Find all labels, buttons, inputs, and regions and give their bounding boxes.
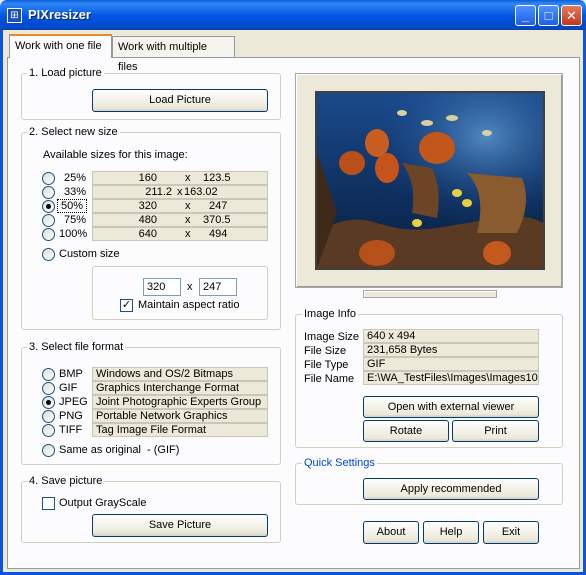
size-percent: 25%: [64, 172, 87, 184]
size-percent: 75%: [64, 214, 87, 226]
maintain-aspect-label: Maintain aspect ratio: [138, 299, 240, 311]
info-label: Image Size: [304, 331, 360, 343]
format-radio-tiff[interactable]: [42, 424, 55, 437]
size-x: x: [177, 186, 183, 198]
size-x: x: [185, 228, 191, 240]
format-name: JPEG: [59, 396, 88, 408]
format-desc: Portable Network Graphics: [92, 409, 268, 423]
available-sizes-caption: Available sizes for this image:: [43, 149, 188, 161]
format-radio-bmp[interactable]: [42, 368, 55, 381]
size-height: 370.5: [203, 214, 231, 226]
custom-size-label: Custom size: [59, 248, 120, 260]
open-external-viewer-button[interactable]: Open with external viewer: [363, 396, 539, 418]
size-row: 211.2 x 163.02: [92, 185, 268, 199]
save-picture-title: 4. Save picture: [27, 475, 105, 487]
format-desc: Joint Photographic Experts Group: [92, 395, 268, 409]
image-info-title: Image Info: [302, 308, 358, 320]
info-label: File Type: [304, 359, 349, 371]
save-picture-button[interactable]: Save Picture: [92, 514, 268, 537]
size-width: 640: [138, 228, 157, 240]
size-radio-100[interactable]: [42, 228, 55, 241]
size-width: 211.2: [145, 186, 172, 198]
select-size-title: 2. Select new size: [27, 126, 120, 138]
load-picture-title: 1. Load picture: [27, 67, 104, 79]
size-radio-50[interactable]: [42, 200, 55, 213]
format-desc: Windows and OS/2 Bitmaps: [92, 367, 268, 381]
size-height: 163.02: [184, 186, 218, 198]
exit-button[interactable]: Exit: [483, 521, 539, 544]
size-percent: 100%: [59, 228, 88, 240]
size-percent: 50%: [57, 199, 88, 213]
format-name: TIFF: [59, 424, 83, 436]
format-radio-jpeg[interactable]: [42, 396, 55, 409]
about-button[interactable]: About: [363, 521, 419, 544]
quick-settings-title: Quick Settings: [302, 457, 377, 469]
custom-height-input[interactable]: 247: [199, 278, 237, 296]
apply-recommended-button[interactable]: Apply recommended: [363, 478, 539, 500]
size-x: x: [185, 214, 191, 226]
size-radio-33[interactable]: [42, 186, 55, 199]
custom-width-input[interactable]: 320: [143, 278, 181, 296]
monitor-stand: [363, 290, 497, 298]
grayscale-label: Output GrayScale: [59, 497, 147, 509]
size-width: 480: [138, 214, 157, 226]
size-height: 494: [209, 228, 228, 240]
size-row: 640 x 494: [92, 227, 268, 241]
same-as-original-radio[interactable]: [42, 444, 55, 457]
rotate-button[interactable]: Rotate: [363, 420, 449, 442]
size-radio-25[interactable]: [42, 172, 55, 185]
info-label: File Name: [304, 373, 355, 385]
help-button[interactable]: Help: [423, 521, 479, 544]
maintain-aspect-checkbox[interactable]: ✓: [120, 299, 133, 312]
size-percent: 33%: [64, 186, 87, 198]
window-title: PIXresizer: [28, 7, 91, 22]
load-picture-button[interactable]: Load Picture: [92, 89, 268, 112]
info-value: 640 x 494: [363, 329, 539, 343]
app-icon[interactable]: ⊞: [7, 8, 22, 23]
size-row: 480 x 370.5: [92, 213, 268, 227]
size-width: 160: [138, 172, 157, 184]
size-radio-75[interactable]: [42, 214, 55, 227]
same-as-original-label: Same as original - (GIF): [59, 444, 180, 456]
custom-size-radio[interactable]: [42, 248, 55, 261]
tab-one-file[interactable]: Work with one file: [9, 34, 112, 58]
grayscale-checkbox[interactable]: [42, 497, 55, 510]
size-width: 320: [138, 200, 157, 212]
size-x: x: [185, 172, 191, 184]
size-row: 320 x 247: [92, 199, 268, 213]
size-row: 160 x 123.5: [92, 171, 268, 185]
maximize-button[interactable]: □: [538, 5, 559, 26]
info-value: 231,658 Bytes: [363, 343, 539, 357]
close-button[interactable]: ✕: [561, 5, 582, 26]
info-value: GIF: [363, 357, 539, 371]
info-value: E:\WA_TestFiles\Images\Images10.: [363, 371, 539, 385]
print-button[interactable]: Print: [452, 420, 539, 442]
format-desc: Tag Image File Format: [92, 423, 268, 437]
preview-monitor: [295, 73, 563, 288]
size-height: 123.5: [203, 172, 231, 184]
format-radio-png[interactable]: [42, 410, 55, 423]
size-height: 247: [209, 200, 228, 212]
custom-size-x: x: [187, 281, 193, 293]
size-x: x: [185, 200, 191, 212]
minimize-button[interactable]: _: [515, 5, 536, 26]
file-format-title: 3. Select file format: [27, 341, 126, 353]
tab-multiple-files[interactable]: Work with multiple files: [112, 36, 235, 73]
preview-image: [315, 91, 545, 270]
format-name: PNG: [59, 410, 83, 422]
format-name: GIF: [59, 382, 78, 394]
format-name: BMP: [59, 368, 83, 380]
format-radio-gif[interactable]: [42, 382, 55, 395]
format-desc: Graphics Interchange Format: [92, 381, 268, 395]
info-label: File Size: [304, 345, 347, 357]
aquarium-fish-image: [317, 93, 543, 268]
